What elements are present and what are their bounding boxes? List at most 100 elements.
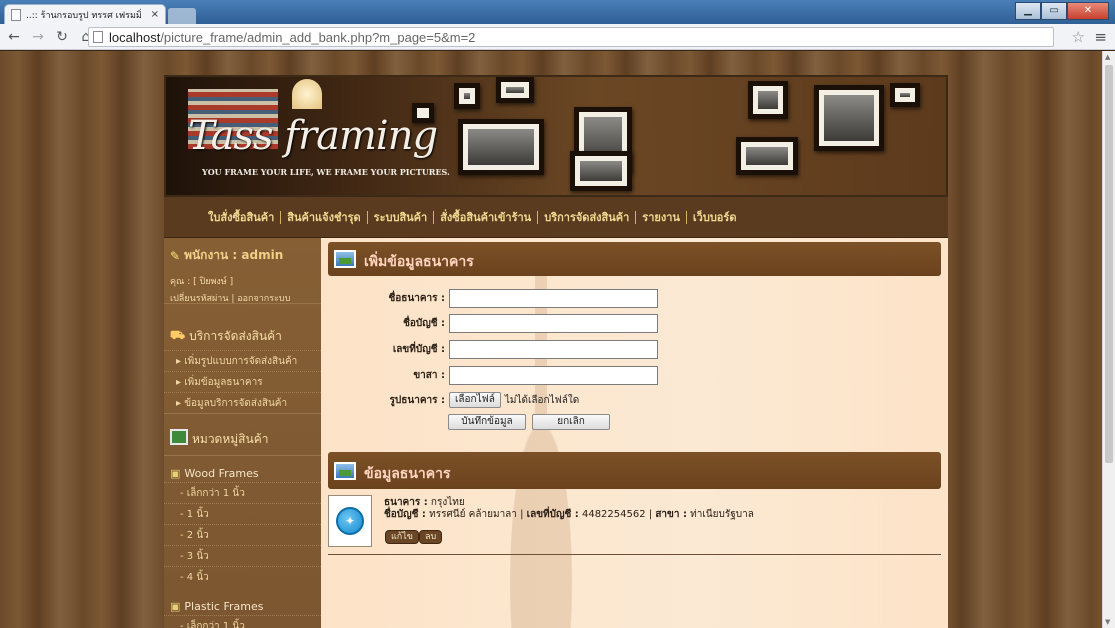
- nav-webboard[interactable]: เว็บบอร์ด: [687, 211, 743, 224]
- picture-frame-decor: [890, 83, 920, 107]
- choose-file-button[interactable]: เลือกไฟล์: [449, 392, 501, 408]
- close-window-button[interactable]: ✕: [1067, 2, 1109, 20]
- delete-button[interactable]: ลบ: [419, 530, 443, 544]
- staff-heading: ✎ พนักงาน : admin: [170, 246, 315, 265]
- category-box: หมวดหมู่สินค้า: [164, 414, 321, 456]
- scrollbar-thumb[interactable]: [1105, 65, 1113, 463]
- edit-button[interactable]: แก้ไข: [385, 530, 419, 544]
- branch-value: ท่าเนียบรัฐบาล: [690, 509, 754, 520]
- cancel-button[interactable]: ยกเลิก: [532, 414, 610, 430]
- picture-icon: [334, 461, 356, 480]
- picture-frame-decor: [454, 83, 480, 109]
- page-icon: [11, 8, 21, 21]
- menu-icon[interactable]: ≡: [1094, 28, 1107, 46]
- nav-purchase-orders[interactable]: สั่งซื้อสินค้าเข้าร้าน: [434, 210, 539, 224]
- gallery-icon: [170, 428, 188, 445]
- scroll-up-arrow-icon[interactable]: ▲: [1105, 53, 1110, 61]
- tab-title: ..:: ร้านกรอบรูป ทรรศ เฟรมมิ่: [26, 10, 142, 21]
- vertical-scrollbar[interactable]: ▲ ▼: [1102, 51, 1115, 628]
- category-heading: หมวดหมู่สินค้า: [164, 414, 321, 449]
- nav-damaged-products[interactable]: สินค้าแจ้งชำรุด: [281, 210, 368, 224]
- category-size-item[interactable]: - 3 นิ้ว: [164, 545, 321, 566]
- category-size-item[interactable]: - เล็กกว่า 1 นิ้ว: [164, 615, 321, 628]
- picture-frame-decor: [496, 77, 534, 103]
- category-plastic-frames[interactable]: ▣ Plastic Frames: [164, 597, 321, 615]
- picture-frame-decor: [748, 81, 788, 119]
- new-tab-button[interactable]: [168, 8, 196, 24]
- category-heading-label: หมวดหมู่สินค้า: [192, 432, 269, 446]
- no-file-text: ไม่ได้เลือกไฟล์ใด: [504, 394, 580, 406]
- bank-list-header: ข้อมูลธนาคาร: [328, 452, 941, 489]
- staff-label: พนักงาน : admin: [184, 248, 284, 262]
- add-bank-title: เพิ่มข้อมูลธนาคาร: [364, 254, 474, 270]
- shipping-box: ⛟ บริการจัดส่งสินค้า ▸ เพิ่มรูปแบบการจัด…: [164, 304, 321, 414]
- forward-arrow-icon[interactable]: →: [28, 27, 48, 47]
- truck-icon: ⛟: [170, 328, 186, 342]
- branch-row: ขาสา :: [321, 365, 948, 385]
- scroll-down-arrow-icon[interactable]: ▼: [1105, 618, 1110, 626]
- reload-icon[interactable]: ↻: [52, 27, 72, 47]
- save-button[interactable]: บันทึกข้อมูล: [448, 414, 526, 430]
- site-banner: Tass framing YOU FRAME YOUR LIFE, WE FRA…: [164, 75, 948, 197]
- bank-name-label: ชื่อธนาคาร :: [388, 292, 445, 304]
- window-titlebar: ..:: ร้านกรอบรูป ทรรศ เฟรมมิ่ × ▁ ▭ ✕: [0, 0, 1115, 24]
- main-nav: ใบสั่งซื้อสินค้า สินค้าแจ้งชำรุด ระบบสิน…: [164, 197, 948, 238]
- account-number-label: เลขที่บัญชี :: [392, 343, 445, 355]
- picture-frame-decor: [570, 151, 632, 191]
- sidebar-item-add-bank[interactable]: ▸ เพิ่มข้อมูลธนาคาร: [164, 371, 321, 392]
- sidebar: ✎ พนักงาน : admin คุณ : [ ปิยพงษ์ ] เปลี…: [164, 238, 321, 628]
- account-links[interactable]: เปลี่ยนรหัสผ่าน | ออกจากระบบ: [170, 291, 315, 305]
- picture-frame-decor: [814, 85, 884, 151]
- sidebar-item-shipping-info[interactable]: ▸ ข้อมูลบริการจัดส่งสินค้า: [164, 392, 321, 413]
- brand-logo: Tass framing: [188, 113, 438, 159]
- url-path: /picture_frame/admin_add_bank.php?m_page…: [160, 29, 476, 45]
- bank-name-input[interactable]: [449, 288, 658, 308]
- brand-slogan: YOU FRAME YOUR LIFE, WE FRAME YOUR PICTU…: [202, 167, 450, 177]
- site-container: Tass framing YOU FRAME YOUR LIFE, WE FRA…: [164, 75, 948, 628]
- star-icon[interactable]: ☆: [1072, 28, 1085, 46]
- nav-orders[interactable]: ใบสั่งซื้อสินค้า: [202, 210, 282, 224]
- tab-close-icon[interactable]: ×: [151, 9, 159, 20]
- picture-icon: [334, 250, 356, 268]
- category-wood-frames[interactable]: ▣ Wood Frames: [164, 464, 321, 482]
- account-number-input[interactable]: [449, 339, 658, 359]
- category-size-item[interactable]: - 1 นิ้ว: [164, 503, 321, 524]
- wand-icon: ✎: [170, 248, 181, 263]
- shipping-heading: ⛟ บริการจัดส่งสินค้า: [164, 304, 321, 350]
- main-content: เพิ่มข้อมูลธนาคาร ชื่อธนาคาร : ชื่อบัญชี…: [321, 238, 948, 628]
- nav-reports[interactable]: รายงาน: [636, 210, 687, 224]
- branch-input[interactable]: [449, 365, 658, 385]
- bank-list-title: ข้อมูลธนาคาร: [364, 465, 451, 482]
- shipping-heading-label: บริการจัดส่งสินค้า: [189, 328, 282, 343]
- bank-image-label: รูปธนาคาร :: [389, 394, 445, 406]
- browser-tab[interactable]: ..:: ร้านกรอบรูป ทรรศ เฟรมมิ่ ×: [4, 4, 166, 24]
- account-name-row: ชื่อบัญชี :: [321, 313, 948, 333]
- krungthai-logo-icon: ✦: [336, 507, 364, 535]
- add-bank-header: เพิ่มข้อมูลธนาคาร: [328, 242, 941, 276]
- url-host: localhost: [109, 29, 161, 45]
- account-number-value: 4482254562: [581, 509, 646, 520]
- account-line: ชื่อบัญชี : ทรรศนีย์ คล้ายมาลา | เลขที่บ…: [384, 509, 754, 520]
- user-line: คุณ : [ ปิยพงษ์ ]: [170, 277, 234, 287]
- account-name-input[interactable]: [449, 313, 658, 333]
- maximize-button[interactable]: ▭: [1041, 2, 1067, 20]
- page-viewport: Tass framing YOU FRAME YOUR LIFE, WE FRA…: [0, 51, 1102, 628]
- back-arrow-icon[interactable]: ←: [4, 27, 24, 47]
- page-info-icon: [93, 31, 103, 43]
- folder-icon: ▣: [170, 599, 181, 613]
- account-number-row: เลขที่บัญชี :: [321, 339, 948, 359]
- branch-label: ขาสา :: [413, 369, 445, 381]
- nav-shipping-service[interactable]: บริการจัดส่งสินค้า: [538, 210, 637, 224]
- account-name-value: ทรรศนีย์ คล้ายมาลา: [429, 509, 517, 520]
- sidebar-item-add-shipping[interactable]: ▸ เพิ่มรูปแบบการจัดส่งสินค้า: [164, 350, 321, 371]
- address-bar[interactable]: localhost/picture_frame/admin_add_bank.p…: [88, 27, 1054, 47]
- bank-list-item: ✦ ธนาคาร : กรุงไทย ชื่อบัญชี : ทรรศนีย์ …: [328, 495, 941, 555]
- minimize-button[interactable]: ▁: [1015, 2, 1041, 20]
- lamp-image: [292, 79, 322, 109]
- staff-box: ✎ พนักงาน : admin คุณ : [ ปิยพงษ์ ] เปลี…: [164, 238, 321, 304]
- nav-product-system[interactable]: ระบบสินค้า: [368, 210, 435, 224]
- category-size-item[interactable]: - 4 นิ้ว: [164, 566, 321, 587]
- category-size-item[interactable]: - เล็กกว่า 1 นิ้ว: [164, 482, 321, 503]
- browser-toolbar: ← → ↻ ⌂ localhost/picture_frame/admin_ad…: [0, 24, 1115, 50]
- category-size-item[interactable]: - 2 นิ้ว: [164, 524, 321, 545]
